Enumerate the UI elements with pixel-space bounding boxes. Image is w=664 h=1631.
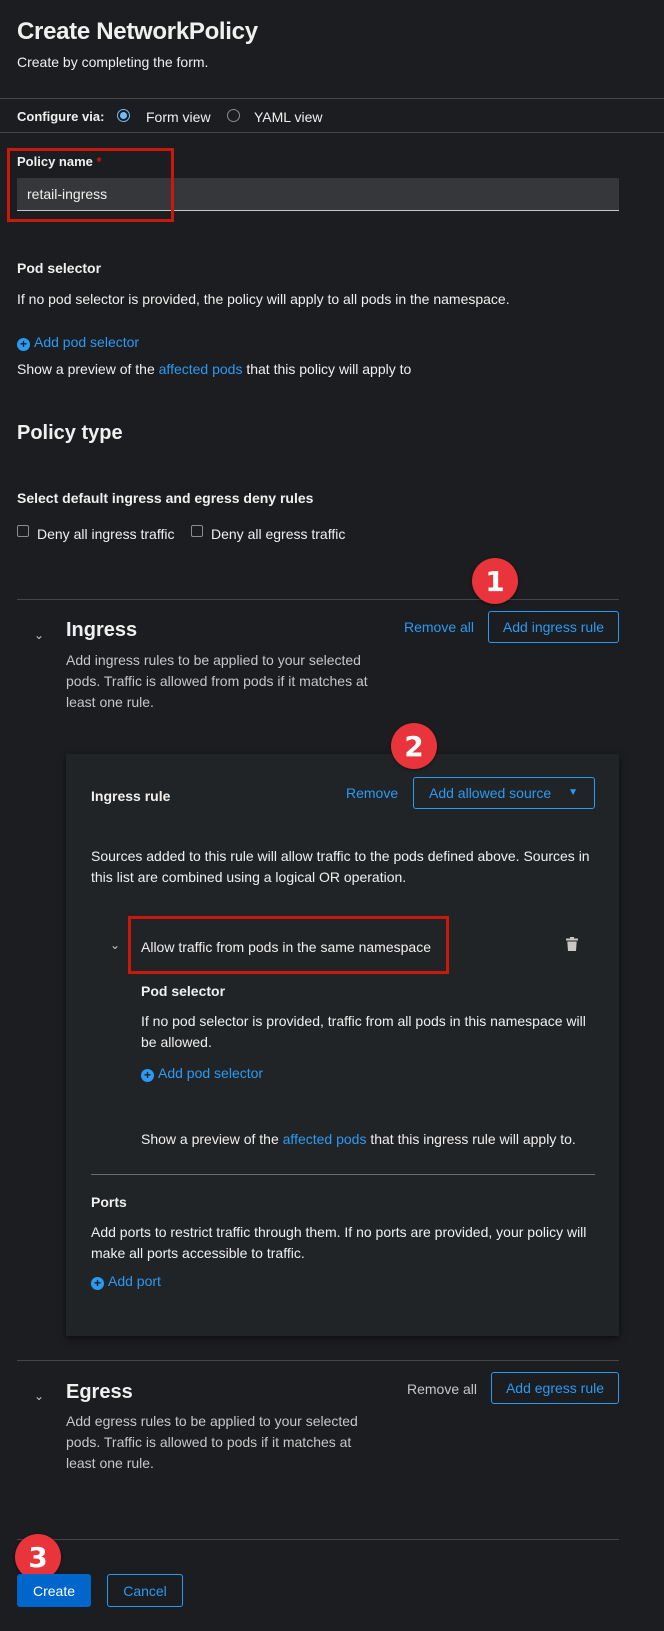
- caret-down-icon: ▼: [568, 787, 578, 798]
- source-preview: Show a preview of the affected pods that…: [141, 1131, 576, 1147]
- egress-description: Add egress rules to be applied to your s…: [66, 1411, 358, 1474]
- page-title: Create NetworkPolicy: [17, 18, 258, 45]
- source-add-pod-selector-link[interactable]: + Add pod selector: [141, 1065, 263, 1082]
- pod-selector-preview: Show a preview of the affected pods that…: [17, 361, 411, 377]
- source-help-line: If no pod selector is provided, traffic …: [141, 1013, 586, 1029]
- egress-description-line: least one rule.: [66, 1455, 154, 1471]
- add-port-link[interactable]: + Add port: [91, 1273, 161, 1290]
- plus-circle-icon: +: [91, 1277, 104, 1290]
- add-allowed-source-label: Add allowed source: [429, 785, 552, 801]
- egress-remove-all-button[interactable]: Remove all: [407, 1381, 477, 1397]
- divider: [91, 1174, 595, 1175]
- page-subtitle: Create by completing the form.: [17, 54, 209, 70]
- source-preview-prefix: Show a preview of the: [141, 1131, 283, 1147]
- add-pod-selector-link[interactable]: + Add pod selector: [17, 334, 139, 351]
- form-view-label[interactable]: Form view: [146, 109, 211, 125]
- chevron-down-icon[interactable]: ⌄: [34, 1389, 44, 1403]
- add-port-label: Add port: [108, 1273, 161, 1289]
- egress-description-line: Add egress rules to be applied to your s…: [66, 1413, 358, 1429]
- ingress-rule-description-line: Sources added to this rule will allow tr…: [91, 848, 590, 864]
- form-view-radio[interactable]: [117, 109, 130, 122]
- ingress-rule-description-line: this list are combined using a logical O…: [91, 869, 407, 885]
- create-button[interactable]: Create: [17, 1574, 91, 1607]
- deny-rules-heading: Select default ingress and egress deny r…: [17, 490, 314, 506]
- egress-description-line: pods. Traffic is allowed to pods if it m…: [66, 1434, 352, 1450]
- ingress-description-line: Add ingress rules to be applied to your …: [66, 652, 361, 668]
- deny-ingress-checkbox[interactable]: [17, 525, 29, 537]
- ports-heading: Ports: [91, 1194, 127, 1210]
- add-ingress-rule-button[interactable]: Add ingress rule: [488, 611, 619, 643]
- configure-label: Configure via:: [17, 109, 105, 124]
- affected-pods-link[interactable]: affected pods: [159, 361, 243, 377]
- chevron-down-icon[interactable]: ⌄: [34, 628, 44, 642]
- pod-selector-help: If no pod selector is provided, the poli…: [17, 291, 510, 307]
- deny-egress-checkbox[interactable]: [191, 525, 203, 537]
- ingress-rule-heading: Ingress rule: [91, 788, 171, 804]
- preview-prefix: Show a preview of the: [17, 361, 159, 377]
- source-affected-pods-link[interactable]: affected pods: [283, 1131, 367, 1147]
- ingress-description: Add ingress rules to be applied to your …: [66, 650, 368, 713]
- highlight-box: [128, 916, 449, 974]
- annotation-badge-1: 1: [472, 558, 518, 604]
- ingress-heading: Ingress: [66, 619, 138, 641]
- add-egress-rule-button[interactable]: Add egress rule: [491, 1372, 619, 1404]
- source-preview-suffix: that this ingress rule will apply to.: [366, 1131, 576, 1147]
- ingress-description-line: pods. Traffic is allowed from pods if it…: [66, 673, 368, 689]
- ports-help-line: make all ports accessible to traffic.: [91, 1245, 305, 1261]
- divider: [17, 1360, 619, 1361]
- highlight-box: [7, 148, 174, 222]
- source-help-line: be allowed.: [141, 1034, 212, 1050]
- add-pod-selector-label: Add pod selector: [34, 334, 140, 350]
- deny-egress-label[interactable]: Deny all egress traffic: [211, 526, 345, 542]
- plus-circle-icon: +: [141, 1069, 154, 1082]
- divider: [17, 1539, 619, 1540]
- trash-icon[interactable]: [566, 937, 578, 951]
- yaml-view-radio[interactable]: [227, 109, 240, 122]
- pod-selector-heading: Pod selector: [17, 260, 102, 276]
- cancel-button[interactable]: Cancel: [107, 1574, 183, 1607]
- source-pod-selector-heading: Pod selector: [141, 983, 226, 999]
- annotation-badge-2: 2: [391, 723, 437, 769]
- divider: [17, 599, 619, 600]
- remove-rule-button[interactable]: Remove: [346, 785, 398, 801]
- ingress-remove-all-button[interactable]: Remove all: [404, 619, 474, 635]
- deny-ingress-label[interactable]: Deny all ingress traffic: [37, 526, 174, 542]
- policy-type-heading: Policy type: [17, 422, 123, 444]
- ingress-rule-description: Sources added to this rule will allow tr…: [91, 846, 590, 888]
- egress-heading: Egress: [66, 1381, 133, 1403]
- ports-help-line: Add ports to restrict traffic through th…: [91, 1224, 587, 1240]
- divider: [0, 132, 664, 133]
- ingress-description-line: least one rule.: [66, 694, 154, 710]
- source-add-pod-selector-label: Add pod selector: [158, 1065, 264, 1081]
- plus-circle-icon: +: [17, 338, 30, 351]
- ports-help: Add ports to restrict traffic through th…: [91, 1222, 586, 1264]
- preview-suffix: that this policy will apply to: [242, 361, 412, 377]
- add-allowed-source-dropdown[interactable]: Add allowed source ▼: [413, 777, 595, 809]
- source-pod-selector-help: If no pod selector is provided, traffic …: [141, 1011, 586, 1053]
- divider: [0, 98, 664, 99]
- yaml-view-label[interactable]: YAML view: [254, 109, 322, 125]
- chevron-down-icon[interactable]: ⌄: [110, 938, 120, 952]
